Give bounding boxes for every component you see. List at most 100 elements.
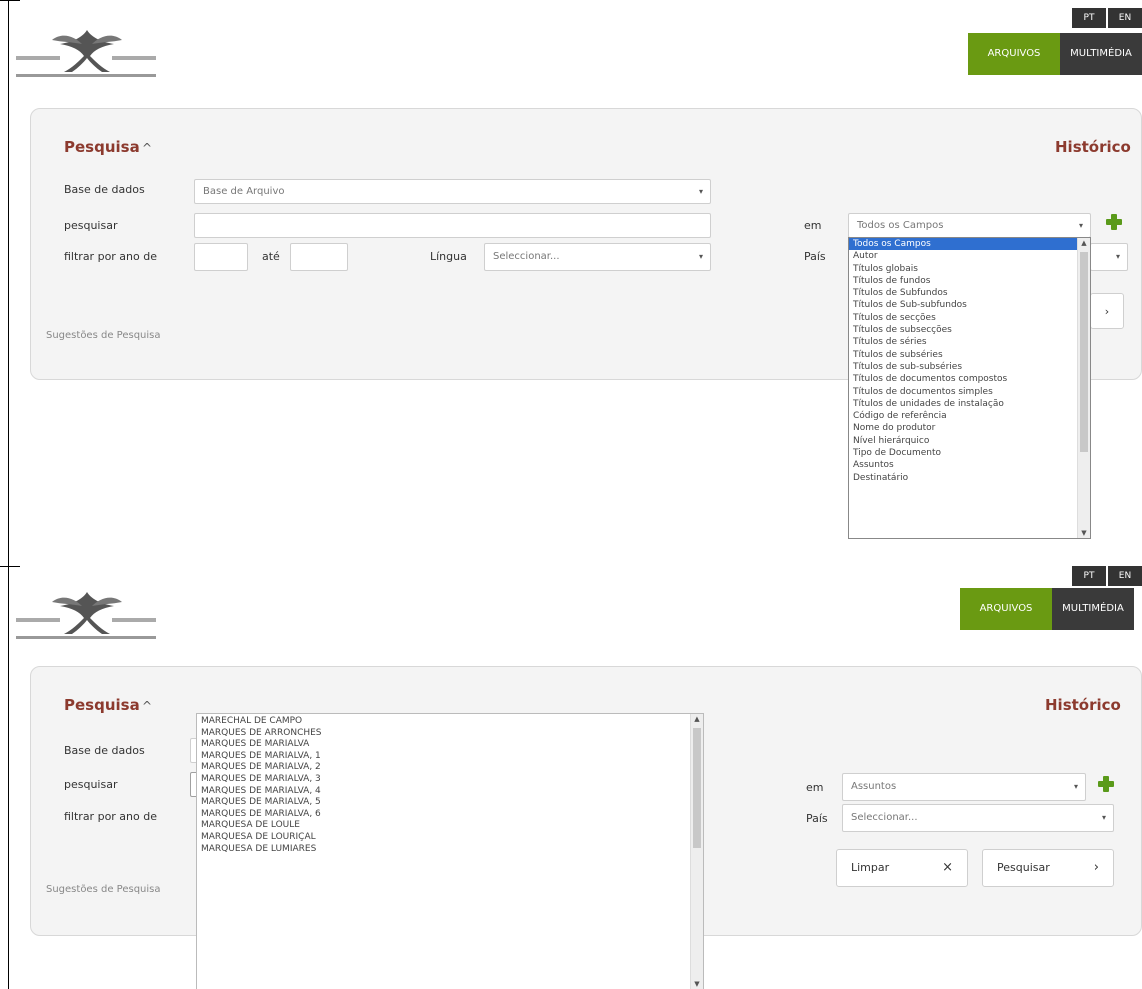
frame-tick bbox=[0, 566, 20, 567]
association-logo[interactable] bbox=[12, 584, 162, 646]
scroll-up-icon[interactable]: ▲ bbox=[691, 715, 703, 723]
chevron-right-icon: › bbox=[1093, 860, 1099, 875]
option-titulos-subseccoes[interactable]: Títulos de subsecções bbox=[849, 324, 1090, 336]
option-tipo-documento[interactable]: Tipo de Documento bbox=[849, 447, 1090, 459]
option-nome-produtor[interactable]: Nome do produtor bbox=[849, 422, 1090, 434]
option-titulos-fundos[interactable]: Títulos de fundos bbox=[849, 275, 1090, 287]
search-title: Pesquisa bbox=[64, 696, 140, 714]
search-input[interactable] bbox=[194, 213, 711, 238]
label-em: em bbox=[806, 781, 824, 794]
autocomplete-scrollbar[interactable]: ▲ ▼ bbox=[690, 714, 703, 989]
option-titulos-documentos-compostos[interactable]: Títulos de documentos compostos bbox=[849, 373, 1090, 385]
scrollbar-thumb[interactable] bbox=[1080, 252, 1088, 452]
suggestion-item[interactable]: MARQUES DE ARRONCHES bbox=[197, 728, 703, 740]
option-titulos-sub-subfundos[interactable]: Títulos de Sub-subfundos bbox=[849, 299, 1090, 311]
suggestion-item[interactable]: MARQUES DE MARIALVA, 4 bbox=[197, 786, 703, 798]
sugestoes-link[interactable]: Sugestões de Pesquisa bbox=[46, 330, 161, 341]
pesquisar-button[interactable]: Pesquisar › bbox=[982, 849, 1114, 887]
chevron-down-icon: ▾ bbox=[1078, 221, 1083, 230]
autocomplete-options: MARECHAL DE CAMPO MARQUES DE ARRONCHES M… bbox=[197, 714, 703, 855]
add-field-plus-icon[interactable] bbox=[1106, 214, 1122, 230]
autocomplete-list: MARECHAL DE CAMPO MARQUES DE ARRONCHES M… bbox=[196, 713, 704, 989]
label-pais: País bbox=[804, 250, 826, 263]
option-codigo-referencia[interactable]: Código de referência bbox=[849, 410, 1090, 422]
suggestion-item[interactable]: MARQUES DE MARIALVA bbox=[197, 739, 703, 751]
chevron-down-icon: ▾ bbox=[1115, 252, 1120, 261]
suggestion-item[interactable]: MARECHAL DE CAMPO bbox=[197, 716, 703, 728]
lang-en[interactable]: EN bbox=[1108, 566, 1142, 586]
base-de-dados-select[interactable]: Base de Arquivo ▾ bbox=[194, 179, 711, 204]
suggestion-item[interactable]: MARQUES DE MARIALVA, 1 bbox=[197, 751, 703, 763]
limpar-label: Limpar bbox=[851, 861, 890, 874]
chevron-right-icon: › bbox=[1104, 305, 1110, 318]
limpar-button[interactable]: Limpar × bbox=[836, 849, 968, 887]
suggestion-item[interactable]: MARQUESA DE LOURIÇAL bbox=[197, 832, 703, 844]
option-todos-os-campos[interactable]: Todos os Campos bbox=[849, 238, 1090, 251]
scrollbar-thumb[interactable] bbox=[693, 728, 701, 848]
nav-multimedia[interactable]: MULTIMÉDIA bbox=[1052, 588, 1134, 630]
option-titulos-subseries[interactable]: Títulos de subséries bbox=[849, 349, 1090, 361]
em-value: Assuntos bbox=[851, 781, 897, 792]
suggestion-item[interactable]: MARQUESA DE LUMIARES bbox=[197, 844, 703, 856]
suggestion-item[interactable]: MARQUES DE MARIALVA, 6 bbox=[197, 809, 703, 821]
suggestion-item[interactable]: MARQUES DE MARIALVA, 3 bbox=[197, 774, 703, 786]
lingua-select[interactable]: Seleccionar... ▾ bbox=[484, 243, 711, 271]
option-titulos-series[interactable]: Títulos de séries bbox=[849, 336, 1090, 348]
language-switch: PT EN bbox=[1070, 8, 1142, 28]
pesquisar-button[interactable]: › bbox=[1090, 293, 1124, 329]
option-nivel-hierarquico[interactable]: Nível hierárquico bbox=[849, 435, 1090, 447]
lang-pt[interactable]: PT bbox=[1072, 566, 1106, 586]
option-titulos-documentos-simples[interactable]: Títulos de documentos simples bbox=[849, 386, 1090, 398]
lang-en[interactable]: EN bbox=[1108, 8, 1142, 28]
label-ate: até bbox=[262, 250, 280, 263]
year-from-input[interactable] bbox=[194, 243, 248, 271]
suggestion-item[interactable]: MARQUESA DE LOULE bbox=[197, 820, 703, 832]
scroll-down-icon[interactable]: ▼ bbox=[1078, 529, 1090, 537]
label-filtrar-por-ano: filtrar por ano de bbox=[64, 250, 158, 263]
historico-link[interactable]: Histórico bbox=[1045, 696, 1121, 714]
close-icon: × bbox=[942, 860, 953, 875]
scroll-down-icon[interactable]: ▼ bbox=[691, 980, 703, 988]
collapse-toggle[interactable]: ^ bbox=[142, 141, 152, 155]
chevron-down-icon: ▾ bbox=[698, 187, 703, 196]
label-pesquisar: pesquisar bbox=[64, 778, 118, 791]
screenshot-top: PT EN ARQUIVOS MULTIMÉDIA Pesquisa ^ His… bbox=[0, 0, 1142, 566]
label-base-de-dados: Base de dados bbox=[64, 744, 145, 757]
option-titulos-sub-subseries[interactable]: Títulos de sub-subséries bbox=[849, 361, 1090, 373]
pais-select[interactable]: Seleccionar... ▾ bbox=[842, 804, 1114, 832]
option-assuntos[interactable]: Assuntos bbox=[849, 459, 1090, 471]
base-de-dados-value: Base de Arquivo bbox=[203, 186, 285, 197]
pais-select[interactable]: ▾ bbox=[1090, 243, 1128, 271]
em-options: Todos os Campos Autor Títulos globais Tí… bbox=[849, 238, 1090, 484]
language-switch: PT EN bbox=[1070, 566, 1142, 586]
lang-pt[interactable]: PT bbox=[1072, 8, 1106, 28]
nav-multimedia[interactable]: MULTIMÉDIA bbox=[1060, 33, 1142, 75]
label-em: em bbox=[804, 219, 822, 232]
nav-arquivos[interactable]: ARQUIVOS bbox=[968, 33, 1060, 75]
label-pesquisar: pesquisar bbox=[64, 219, 118, 232]
option-titulos-globais[interactable]: Títulos globais bbox=[849, 263, 1090, 275]
em-select[interactable]: Todos os Campos ▾ bbox=[848, 213, 1091, 238]
label-base-de-dados: Base de dados bbox=[64, 183, 145, 196]
collapse-toggle[interactable]: ^ bbox=[142, 699, 152, 713]
year-to-input[interactable] bbox=[290, 243, 348, 271]
suggestion-item[interactable]: MARQUES DE MARIALVA, 5 bbox=[197, 797, 703, 809]
option-destinatario[interactable]: Destinatário bbox=[849, 472, 1090, 484]
frame-line bbox=[8, 566, 9, 989]
em-select[interactable]: Assuntos ▾ bbox=[842, 773, 1086, 801]
add-field-plus-icon[interactable] bbox=[1098, 776, 1114, 792]
chevron-down-icon: ▾ bbox=[1073, 782, 1078, 791]
option-titulos-subfundos[interactable]: Títulos de Subfundos bbox=[849, 287, 1090, 299]
option-titulos-unidades-instalacao[interactable]: Títulos de unidades de instalação bbox=[849, 398, 1090, 410]
em-dropdown-list: Todos os Campos Autor Títulos globais Tí… bbox=[848, 237, 1091, 539]
suggestion-item[interactable]: MARQUES DE MARIALVA, 2 bbox=[197, 762, 703, 774]
sugestoes-link[interactable]: Sugestões de Pesquisa bbox=[46, 884, 161, 895]
nav-arquivos[interactable]: ARQUIVOS bbox=[960, 588, 1052, 630]
dropdown-scrollbar[interactable]: ▲ ▼ bbox=[1077, 238, 1090, 538]
pais-value: Seleccionar... bbox=[851, 812, 918, 823]
association-logo[interactable] bbox=[12, 22, 162, 84]
option-titulos-seccoes[interactable]: Títulos de secções bbox=[849, 312, 1090, 324]
historico-link[interactable]: Histórico bbox=[1055, 138, 1131, 156]
scroll-up-icon[interactable]: ▲ bbox=[1078, 239, 1090, 247]
option-autor[interactable]: Autor bbox=[849, 250, 1090, 262]
